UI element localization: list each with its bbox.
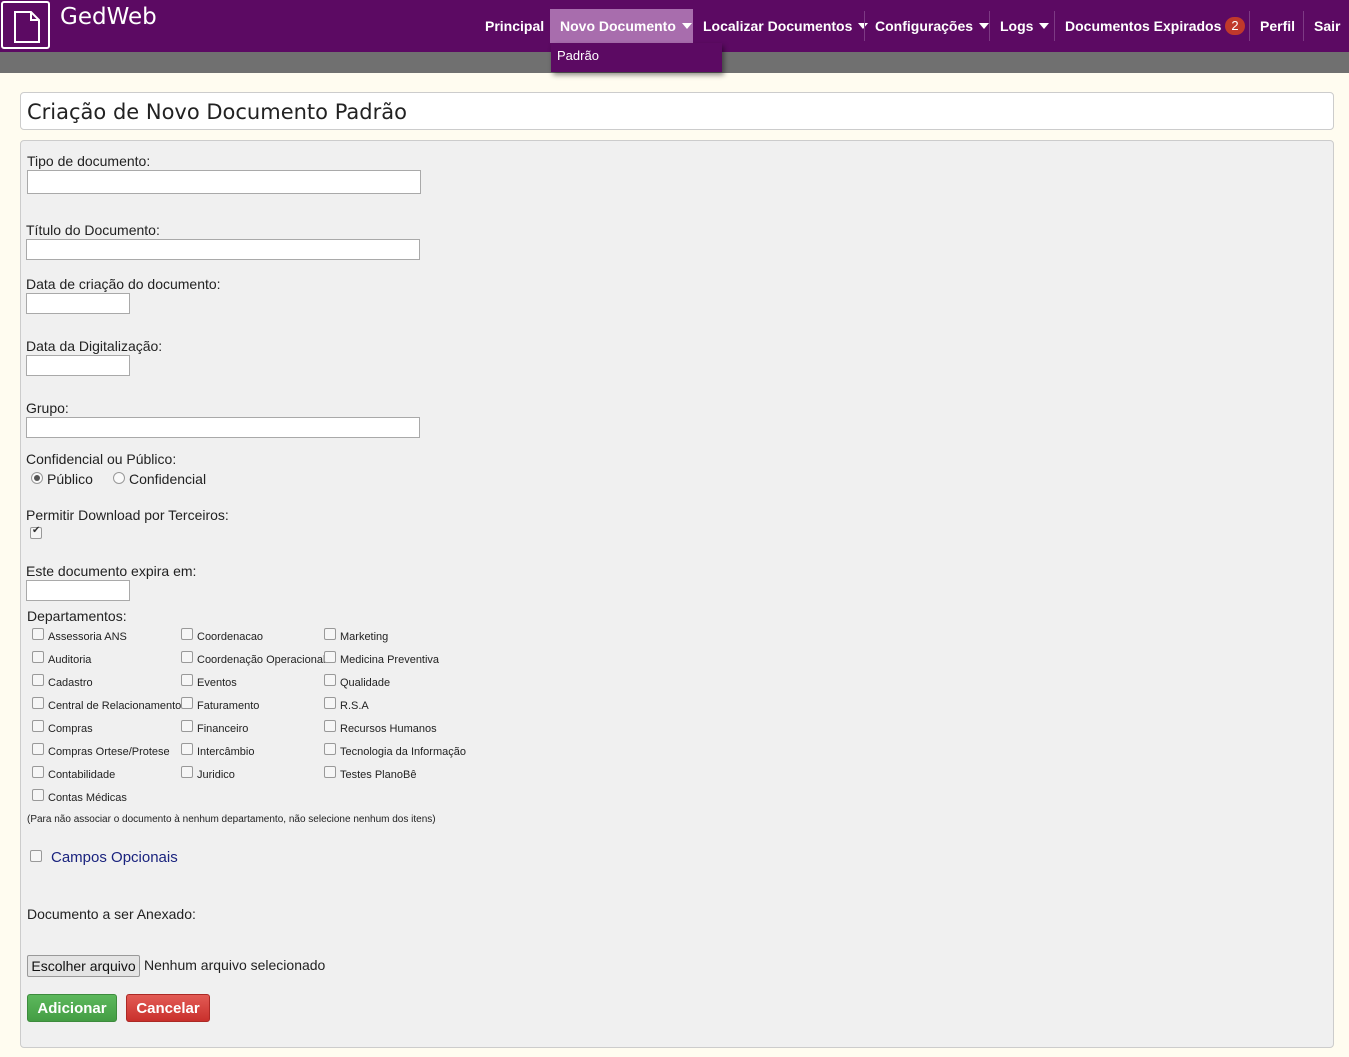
dept-checkbox[interactable] bbox=[181, 674, 193, 686]
dept-checkbox[interactable] bbox=[32, 766, 44, 778]
radio-confidencial-label: Confidencial bbox=[129, 471, 207, 487]
nav-configuracoes[interactable]: Configurações bbox=[865, 9, 999, 43]
dept-checkbox[interactable] bbox=[181, 651, 193, 663]
novo-documento-dropdown: Padrão bbox=[551, 43, 722, 72]
radio-publico-label: Público bbox=[47, 471, 93, 487]
anexo-label: Documento a ser Anexado: bbox=[27, 906, 196, 922]
expired-count-badge: 2 bbox=[1225, 17, 1245, 36]
nav-localizar-label: Localizar Documentos bbox=[703, 18, 853, 34]
grupo-label: Grupo: bbox=[26, 400, 69, 416]
download-checkbox[interactable] bbox=[30, 525, 42, 539]
radio-publico[interactable] bbox=[31, 472, 43, 484]
dept-label: Tecnologia da Informação bbox=[340, 746, 466, 758]
dept-label: Financeiro bbox=[197, 723, 249, 735]
nav-sair[interactable]: Sair bbox=[1304, 9, 1349, 43]
dept-label: Cadastro bbox=[48, 677, 93, 689]
download-label: Permitir Download por Terceiros: bbox=[26, 507, 229, 523]
confidencial-label: Confidencial ou Público: bbox=[26, 451, 177, 467]
dept-checkbox[interactable] bbox=[324, 720, 336, 732]
dept-label: Eventos bbox=[197, 677, 237, 689]
titulo-label: Título do Documento: bbox=[26, 222, 160, 238]
dept-checkbox[interactable] bbox=[324, 766, 336, 778]
dept-label: Medicina Preventiva bbox=[340, 654, 440, 666]
campos-opcionais-link[interactable]: Campos Opcionais bbox=[51, 849, 178, 866]
tipo-input[interactable] bbox=[27, 170, 421, 194]
dept-label: Faturamento bbox=[197, 700, 260, 712]
file-status: Nenhum arquivo selecionado bbox=[144, 957, 326, 973]
dept-checkbox[interactable] bbox=[181, 766, 193, 778]
departamentos-label: Departamentos: bbox=[27, 608, 127, 624]
dept-checkbox[interactable] bbox=[181, 743, 193, 755]
logo[interactable] bbox=[1, 1, 50, 49]
nav-expirados-label: Documentos Expirados bbox=[1065, 18, 1222, 34]
dept-checkbox[interactable] bbox=[32, 674, 44, 686]
dept-label: Compras bbox=[48, 723, 93, 735]
dept-checkbox[interactable] bbox=[32, 651, 44, 663]
dept-label: Central de Relacionamento bbox=[48, 700, 182, 712]
campos-opcionais-checkbox[interactable] bbox=[30, 850, 42, 862]
data-digitalizacao-label: Data da Digitalização: bbox=[26, 338, 163, 354]
dept-label: Contas Médicas bbox=[48, 792, 127, 804]
nav-perfil[interactable]: Perfil bbox=[1250, 9, 1305, 43]
document-icon bbox=[14, 11, 40, 43]
dept-label: Compras Ortese/Protese bbox=[48, 746, 170, 758]
data-criacao-label: Data de criação do documento: bbox=[26, 276, 221, 292]
dept-checkbox[interactable] bbox=[181, 720, 193, 732]
dept-label: Testes PlanoBê bbox=[340, 769, 417, 781]
titulo-input[interactable] bbox=[26, 239, 420, 260]
caret-down-icon bbox=[979, 23, 990, 30]
dept-label: Coordenacao bbox=[197, 631, 264, 643]
dept-checkbox[interactable] bbox=[32, 743, 44, 755]
dept-label: Marketing bbox=[340, 631, 389, 643]
dept-checkbox[interactable] bbox=[32, 720, 44, 732]
dept-label: Juridico bbox=[197, 769, 235, 781]
dept-label: Intercâmbio bbox=[197, 746, 255, 758]
nav-documentos-expirados[interactable]: Documentos Expirados 2 bbox=[1055, 9, 1255, 43]
dept-label: Recursos Humanos bbox=[340, 723, 437, 735]
nav-configuracoes-label: Configurações bbox=[875, 18, 974, 34]
dept-label: Coordenação Operacional bbox=[197, 654, 326, 666]
dept-label: Auditoria bbox=[48, 654, 92, 666]
dept-checkbox[interactable] bbox=[324, 697, 336, 709]
caret-down-icon bbox=[1039, 23, 1050, 30]
dept-checkbox[interactable] bbox=[324, 743, 336, 755]
dept-checkbox[interactable] bbox=[32, 697, 44, 709]
dept-checkbox[interactable] bbox=[324, 628, 336, 640]
radio-confidencial[interactable] bbox=[113, 472, 125, 484]
nav-localizar-documentos[interactable]: Localizar Documentos bbox=[693, 9, 878, 43]
caret-down-icon bbox=[681, 23, 692, 30]
nav-novo-documento[interactable]: Novo Documento bbox=[550, 9, 693, 43]
page-title: Criação de Novo Documento Padrão bbox=[27, 100, 407, 124]
dropdown-item-padrao[interactable]: Padrão bbox=[557, 48, 599, 63]
nav-logs[interactable]: Logs bbox=[990, 9, 1059, 43]
brand-name[interactable]: GedWeb bbox=[60, 4, 157, 30]
expira-input[interactable] bbox=[26, 580, 130, 601]
dept-checkbox[interactable] bbox=[324, 674, 336, 686]
dept-checkbox[interactable] bbox=[32, 789, 44, 801]
nav-principal[interactable]: Principal bbox=[475, 9, 554, 43]
cancel-button[interactable]: Cancelar bbox=[126, 994, 210, 1022]
grupo-input[interactable] bbox=[26, 417, 420, 438]
nav-novo-documento-label: Novo Documento bbox=[560, 18, 676, 34]
choose-file-button[interactable]: Escolher arquivo bbox=[27, 955, 140, 977]
tipo-label: Tipo de documento: bbox=[27, 153, 151, 169]
dept-label: Qualidade bbox=[340, 677, 391, 689]
expira-label: Este documento expira em: bbox=[26, 563, 197, 579]
dept-checkbox[interactable] bbox=[181, 628, 193, 640]
data-criacao-input[interactable] bbox=[26, 293, 130, 314]
add-button[interactable]: Adicionar bbox=[27, 994, 117, 1022]
dept-checkbox[interactable] bbox=[181, 697, 193, 709]
dept-checkbox[interactable] bbox=[32, 628, 44, 640]
dept-label: Contabilidade bbox=[48, 769, 116, 781]
data-digitalizacao-input[interactable] bbox=[26, 355, 130, 376]
nav-logs-label: Logs bbox=[1000, 18, 1034, 34]
page-title-box: Criação de Novo Documento Padrão bbox=[20, 92, 1334, 130]
departamentos-note: (Para não associar o documento à nenhum … bbox=[27, 814, 436, 825]
dept-label: Assessoria ANS bbox=[48, 631, 127, 643]
dept-label: R.S.A bbox=[340, 700, 369, 712]
dept-checkbox[interactable] bbox=[324, 651, 336, 663]
